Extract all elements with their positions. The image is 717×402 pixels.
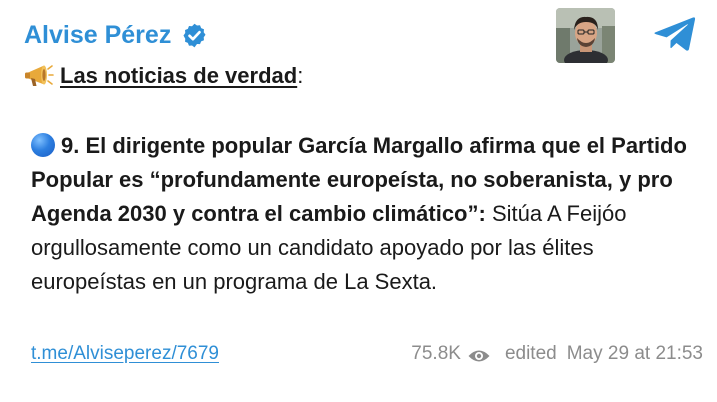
telegram-post-card: Alvise Pérez Las noticias de verdad: 9.… xyxy=(0,0,717,402)
avatar[interactable] xyxy=(556,8,615,63)
post-link[interactable]: t.me/Alviseperez/7679 xyxy=(31,341,219,367)
edited-label: edited xyxy=(504,343,557,364)
blue-circle-icon xyxy=(31,133,55,157)
message-body: 9. El dirigente popular García Margallo … xyxy=(31,129,691,299)
megaphone-icon xyxy=(24,63,54,89)
channel-name[interactable]: Alvise Pérez xyxy=(24,20,171,50)
verified-badge-icon xyxy=(181,22,208,49)
channel-header[interactable]: Alvise Pérez xyxy=(24,20,208,50)
post-meta: 75.8K edited May 29 at 21:53 xyxy=(411,341,703,367)
post-date: May 29 at 21:53 xyxy=(566,343,703,364)
headline-text: Las noticias de verdad xyxy=(60,63,298,88)
headline: Las noticias de verdad : xyxy=(24,62,303,90)
headline-colon: : xyxy=(297,63,304,88)
views-count: 75.8K xyxy=(411,343,461,364)
eye-icon xyxy=(467,346,491,362)
telegram-icon[interactable] xyxy=(653,14,697,54)
